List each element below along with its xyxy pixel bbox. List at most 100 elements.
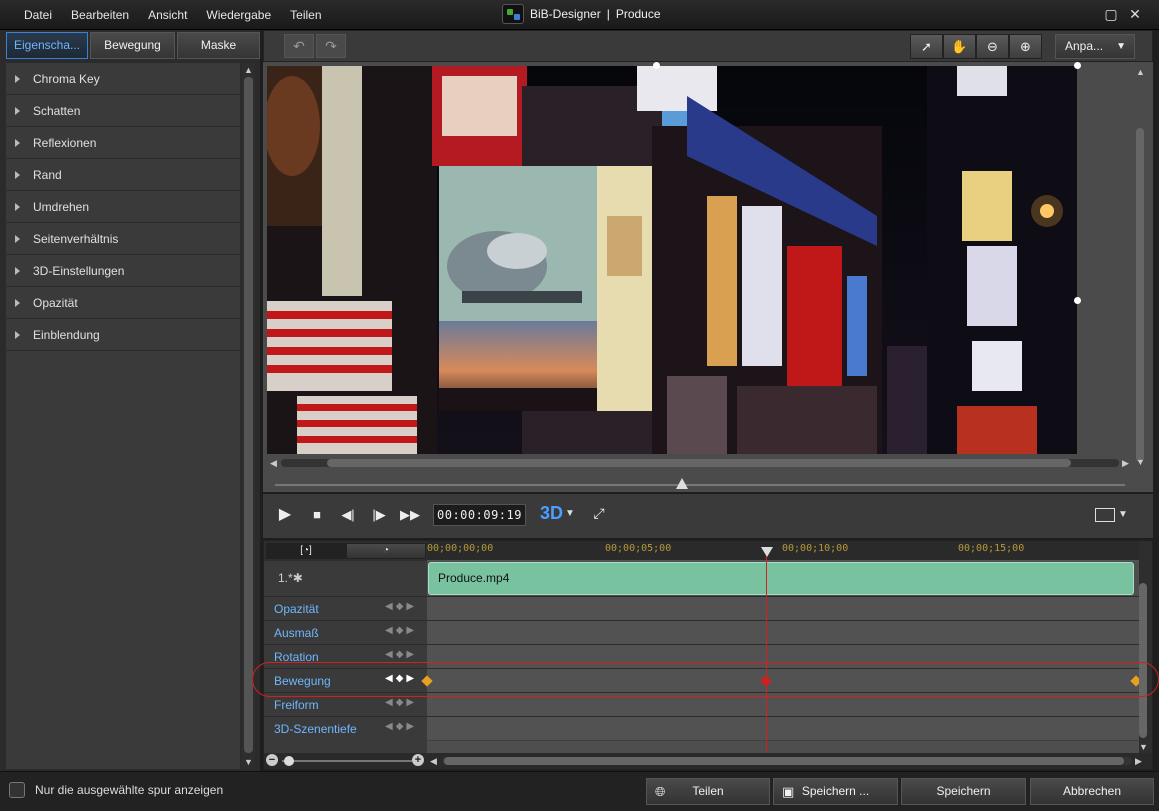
scrollbar-thumb[interactable] bbox=[1136, 128, 1144, 462]
scroll-down-icon[interactable]: ▼ bbox=[1137, 741, 1150, 753]
keyframe-row-ausmass[interactable]: Ausmaß ◀◆▶ bbox=[264, 620, 1139, 645]
chevron-down-icon[interactable]: ▼ bbox=[565, 508, 575, 519]
resize-handle-top-right[interactable] bbox=[1074, 62, 1081, 69]
play-icon[interactable]: ▶ bbox=[274, 504, 296, 526]
ruler-label: 00;00;00;00 bbox=[427, 543, 494, 554]
select-move-icon[interactable]: ➚ bbox=[910, 34, 943, 59]
resize-handle-right[interactable] bbox=[1074, 297, 1081, 304]
keyframe-nav-controls[interactable]: ◀◆▶ bbox=[385, 721, 425, 732]
timeline-bottom-bar: − + ◀ ▶ bbox=[264, 753, 1152, 769]
property-3d-einstellungen[interactable]: 3D-Einstellungen bbox=[6, 255, 240, 287]
document-name: Produce bbox=[615, 7, 661, 21]
timeline-zoom-slider[interactable] bbox=[282, 760, 412, 762]
ruler-label: 00;00;10;00 bbox=[782, 543, 849, 554]
hand-pan-icon[interactable]: ✋ bbox=[943, 34, 976, 59]
menu-wiedergabe[interactable]: Wiedergabe bbox=[206, 8, 271, 22]
scroll-up-icon[interactable]: ▲ bbox=[1134, 66, 1147, 78]
only-selected-track-checkbox[interactable] bbox=[9, 782, 25, 798]
property-opazitaet[interactable]: Opazität bbox=[6, 287, 240, 319]
property-seitenverhaeltnis[interactable]: Seitenverhältnis bbox=[6, 223, 240, 255]
maximize-icon[interactable]: ▢ bbox=[1103, 6, 1119, 22]
menu-datei[interactable]: Datei bbox=[24, 8, 52, 22]
tab-bewegung[interactable]: Bewegung bbox=[90, 32, 175, 59]
property-umdrehen[interactable]: Umdrehen bbox=[6, 191, 240, 223]
keyframe-row-opazitaet[interactable]: Opazität ◀◆▶ bbox=[264, 596, 1139, 621]
scroll-right-icon[interactable]: ▶ bbox=[1132, 755, 1145, 767]
stop-icon[interactable]: ■ bbox=[306, 504, 328, 526]
scrollbar-thumb[interactable] bbox=[244, 77, 253, 753]
video-preview[interactable] bbox=[267, 66, 1077, 454]
redo-icon[interactable]: ↷ bbox=[316, 34, 346, 58]
keyframe-nav-controls[interactable]: ◀◆▶ bbox=[385, 625, 425, 636]
zoom-in-icon[interactable]: ⊕ bbox=[1009, 34, 1042, 59]
next-frame-icon[interactable]: |▶ bbox=[368, 504, 390, 526]
fullscreen-icon[interactable]: ⤢ bbox=[589, 505, 609, 525]
scroll-left-icon[interactable]: ◀ bbox=[267, 457, 280, 469]
expand-arrow-icon bbox=[15, 74, 20, 83]
property-reflexionen[interactable]: Reflexionen bbox=[6, 127, 240, 159]
chevron-down-icon[interactable]: ▼ bbox=[1118, 509, 1128, 520]
undo-icon[interactable]: ↶ bbox=[284, 34, 314, 58]
expand-arrow-icon bbox=[15, 170, 20, 179]
cancel-button[interactable]: Abbrechen bbox=[1030, 778, 1154, 805]
footer-bar: Nur die ausgewählte spur anzeigen 🌐︎ Tei… bbox=[0, 771, 1159, 811]
property-einblendung[interactable]: Einblendung bbox=[6, 319, 240, 351]
scrub-slider-knob[interactable] bbox=[676, 478, 688, 489]
timeline-horizontal-scrollbar[interactable] bbox=[442, 757, 1132, 765]
keyframe-nav-controls[interactable]: ◀◆▶ bbox=[385, 649, 425, 660]
property-chroma-key[interactable]: Chroma Key bbox=[6, 63, 240, 95]
zoom-out-icon[interactable]: ⊖ bbox=[976, 34, 1009, 59]
scroll-left-icon[interactable]: ◀ bbox=[427, 755, 440, 767]
menu-bearbeiten[interactable]: Bearbeiten bbox=[71, 8, 129, 22]
time-ruler[interactable]: 00;00;00;00 00;00;05;00 00;00;10;00 00;0… bbox=[427, 541, 1139, 561]
keyframe-row-3d-szenentiefe[interactable]: 3D-Szenentiefe ◀◆▶ bbox=[264, 716, 1139, 741]
property-list-scrollbar[interactable]: ▲ ▼ bbox=[242, 63, 255, 769]
preview-horizontal-scrollbar[interactable]: ◀ ▶ bbox=[267, 457, 1135, 469]
asterisk-icon: ✱ bbox=[292, 571, 303, 585]
previous-frame-icon[interactable]: ◀| bbox=[337, 504, 359, 526]
scroll-up-icon[interactable]: ▲ bbox=[242, 64, 255, 76]
playhead-line[interactable] bbox=[766, 551, 767, 754]
window-title: BiB-Designer | Produce bbox=[502, 4, 661, 24]
fit-dropdown[interactable]: Anpa... ▼ bbox=[1055, 34, 1135, 59]
menu-ansicht[interactable]: Ansicht bbox=[148, 8, 187, 22]
zoom-out-icon[interactable]: − bbox=[266, 754, 278, 766]
globe-icon: 🌐︎ bbox=[655, 784, 666, 799]
keyframe-nav-controls[interactable]: ◀◆▶ bbox=[385, 601, 425, 612]
playhead-handle[interactable] bbox=[761, 547, 773, 557]
video-clip[interactable]: Produce.mp4 bbox=[428, 562, 1134, 595]
resize-handle-top[interactable] bbox=[653, 62, 660, 69]
save-button[interactable]: Speichern bbox=[901, 778, 1026, 805]
3d-mode-button[interactable]: 3D bbox=[540, 503, 563, 524]
ruler-label: 00;00;15;00 bbox=[958, 543, 1025, 554]
keyframe-lane[interactable] bbox=[427, 621, 1139, 645]
scroll-down-icon[interactable]: ▼ bbox=[242, 756, 255, 768]
scrollbar-thumb[interactable] bbox=[1139, 583, 1147, 738]
timeline-zoom-knob[interactable] bbox=[284, 756, 294, 766]
keyframe-lane[interactable] bbox=[427, 597, 1139, 621]
keyframe-lane[interactable] bbox=[427, 717, 1139, 741]
timecode-mode-icon[interactable]: [◔] bbox=[266, 543, 346, 559]
scrollbar-thumb[interactable] bbox=[327, 459, 1071, 467]
tab-eigenschaften[interactable]: Eigenscha... bbox=[6, 32, 88, 59]
timecode-display[interactable]: 00:00:09:19 bbox=[433, 504, 526, 526]
scrub-slider-track[interactable] bbox=[275, 484, 1125, 486]
tab-maske[interactable]: Maske bbox=[177, 32, 260, 59]
clock-mode-icon[interactable]: ◔ bbox=[346, 543, 426, 559]
scroll-right-icon[interactable]: ▶ bbox=[1119, 457, 1132, 469]
expand-arrow-icon bbox=[15, 202, 20, 211]
preview-vertical-scrollbar[interactable]: ▲ ▼ bbox=[1134, 66, 1147, 468]
property-rand[interactable]: Rand bbox=[6, 159, 240, 191]
scroll-down-icon[interactable]: ▼ bbox=[1134, 456, 1147, 468]
chevron-down-icon: ▼ bbox=[1116, 41, 1126, 52]
save-as-button[interactable]: ▣ Speichern ... bbox=[773, 778, 898, 805]
display-monitor-icon[interactable] bbox=[1095, 508, 1115, 522]
close-icon[interactable]: ✕ bbox=[1127, 6, 1143, 22]
fast-forward-icon[interactable]: ▶▶ bbox=[399, 504, 421, 526]
menu-teilen[interactable]: Teilen bbox=[290, 8, 321, 22]
scrollbar-thumb[interactable] bbox=[444, 757, 1124, 765]
keyframe-nav-controls[interactable]: ◀◆▶ bbox=[385, 697, 425, 708]
property-schatten[interactable]: Schatten bbox=[6, 95, 240, 127]
zoom-in-icon[interactable]: + bbox=[412, 754, 424, 766]
share-button[interactable]: 🌐︎ Teilen bbox=[646, 778, 770, 805]
